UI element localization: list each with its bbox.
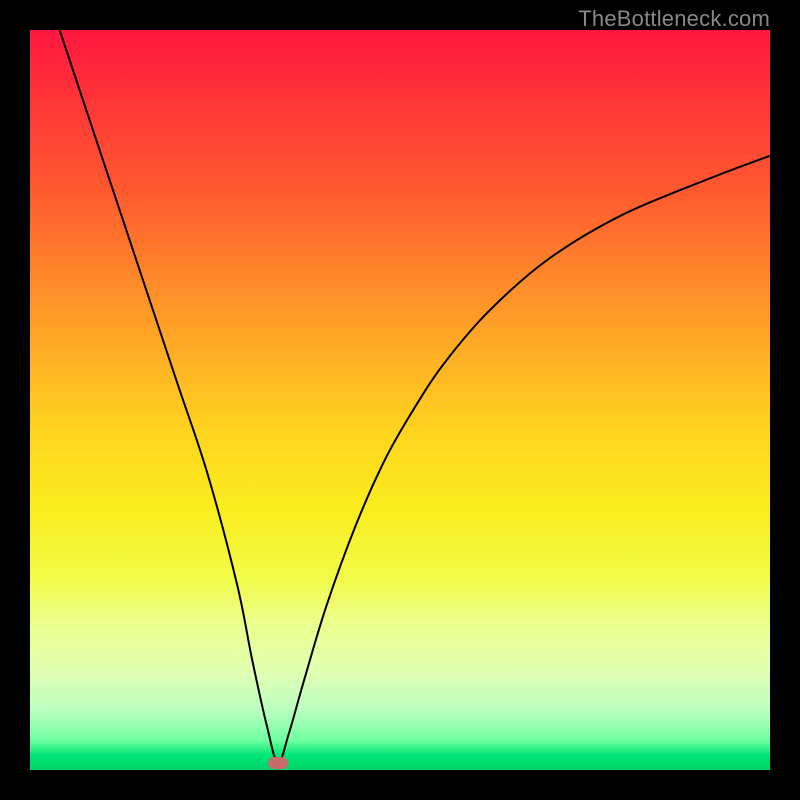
optimal-marker [268, 757, 288, 769]
plot-area [30, 30, 770, 770]
curve-svg [30, 30, 770, 770]
bottleneck-curve [60, 30, 770, 763]
watermark-text: TheBottleneck.com [578, 6, 770, 32]
chart-container: TheBottleneck.com [0, 0, 800, 800]
